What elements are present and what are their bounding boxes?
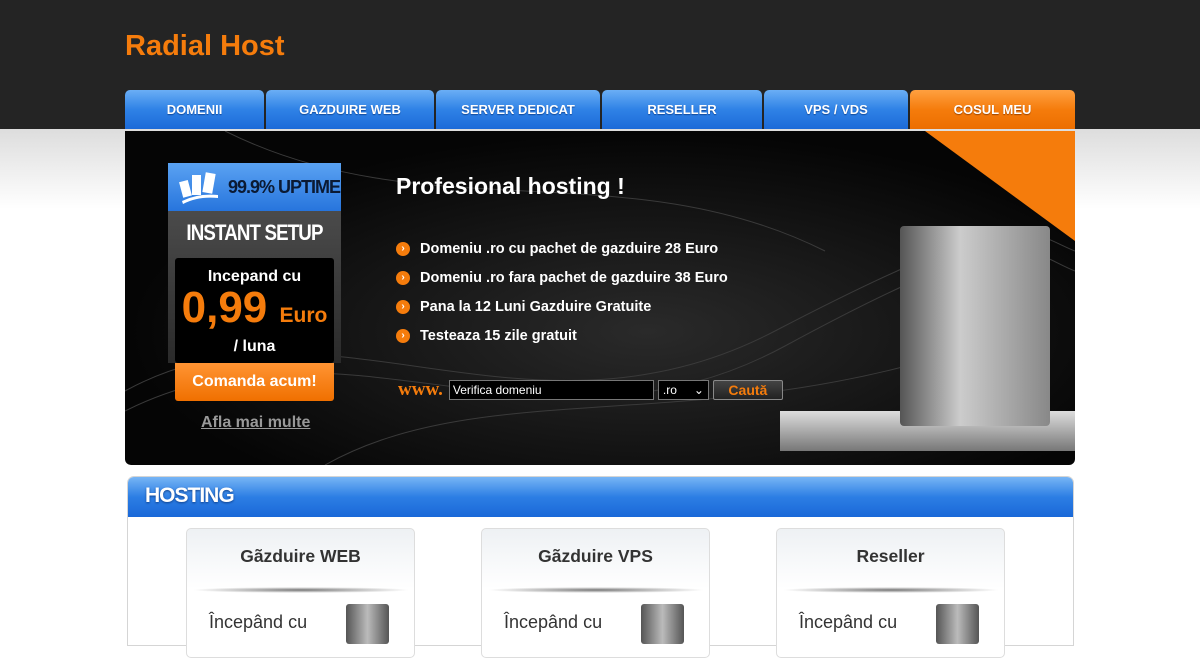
www-prefix: www. <box>398 379 443 400</box>
tld-select[interactable]: .ro ⌄ <box>657 380 709 400</box>
tab-vps[interactable]: VPS / VDS <box>764 90 908 129</box>
domain-search: www. .ro ⌄ Caută <box>398 379 783 401</box>
tld-value: .ro <box>662 383 677 397</box>
card-from-label: Începând cu <box>799 612 898 632</box>
price-value: 0,99 Euro <box>175 286 334 338</box>
hero-banner: 99.9% UPTIME INSTANT SETUP Incepand cu 0… <box>125 131 1075 465</box>
tower-server-image <box>900 226 1050 426</box>
feature-text: Pana la 12 Luni Gazduire Gratuite <box>420 298 652 315</box>
feature-item: › Pana la 12 Luni Gazduire Gratuite <box>396 292 728 321</box>
learn-more-link[interactable]: Afla mai multe <box>201 414 310 432</box>
uptime-icon <box>179 172 218 204</box>
tab-domenii[interactable]: DOMENII <box>125 90 264 129</box>
price-period: / luna <box>233 338 276 355</box>
hosting-card-vps[interactable]: Gãzduire VPS Începând cu <box>481 528 710 658</box>
tab-reseller[interactable]: RESELLER <box>602 90 762 129</box>
tab-server-dedicat[interactable]: SERVER DEDICAT <box>436 90 600 129</box>
logo[interactable]: Radial Host <box>125 30 285 63</box>
arrow-bullet-icon: › <box>396 270 410 285</box>
domain-input[interactable] <box>448 380 654 400</box>
feature-text: Domeniu .ro cu pachet de gazduire 28 Eur… <box>420 240 719 257</box>
hosting-card-reseller[interactable]: Reseller Începând cu <box>776 528 1005 658</box>
server-icon <box>936 604 979 644</box>
card-title: Reseller <box>856 546 925 566</box>
hosting-card-web[interactable]: Gãzduire WEB Începând cu <box>186 528 415 658</box>
chevron-down-icon: ⌄ <box>693 383 704 397</box>
feature-item: › Domeniu .ro fara pachet de gazduire 38 … <box>396 263 728 292</box>
server-icon <box>346 604 389 644</box>
divider <box>192 587 410 593</box>
hosting-title: HOSTING <box>128 477 1073 517</box>
order-now-button[interactable]: Comanda acum! <box>175 363 334 401</box>
price-box: Incepand cu 0,99 Euro / luna <box>175 258 334 363</box>
uptime-label: 99.9% UPTIME <box>228 176 341 197</box>
feature-text: Testeaza 15 zile gratuit <box>420 327 577 344</box>
instant-setup-label: INSTANT SETUP <box>186 220 323 245</box>
divider <box>782 587 1000 593</box>
tab-gazduire-web[interactable]: GAZDUIRE WEB <box>266 90 434 129</box>
card-from-label: Începând cu <box>209 612 308 632</box>
card-from-label: Începând cu <box>504 612 603 632</box>
feature-text: Domeniu .ro fara pachet de gazduire 38 E… <box>420 269 728 286</box>
orange-corner <box>925 131 1075 241</box>
price-currency: Euro <box>279 304 328 327</box>
banner-title: Profesional hosting ! <box>396 173 625 199</box>
server-icon <box>641 604 684 644</box>
arrow-bullet-icon: › <box>396 241 410 256</box>
feature-list: › Domeniu .ro cu pachet de gazduire 28 Eu… <box>396 234 728 350</box>
feature-item: › Testeaza 15 zile gratuit <box>396 321 728 350</box>
main-nav: DOMENII GAZDUIRE WEB SERVER DEDICAT RESE… <box>0 90 1200 129</box>
search-button[interactable]: Caută <box>712 380 783 400</box>
arrow-bullet-icon: › <box>396 328 410 343</box>
tab-cart[interactable]: COSUL MEU <box>910 90 1075 129</box>
card-title: Gãzduire VPS <box>538 546 653 566</box>
hosting-section: HOSTING Gãzduire WEB Începând cu Gãzduir… <box>127 476 1074 658</box>
price-amount: 0,99 <box>181 283 268 332</box>
arrow-bullet-icon: › <box>396 299 410 314</box>
feature-item: › Domeniu .ro cu pachet de gazduire 28 Eu… <box>396 234 728 263</box>
card-title: Gãzduire WEB <box>240 546 361 566</box>
divider <box>487 587 705 593</box>
promo-box: 99.9% UPTIME INSTANT SETUP Incepand cu 0… <box>168 163 341 363</box>
